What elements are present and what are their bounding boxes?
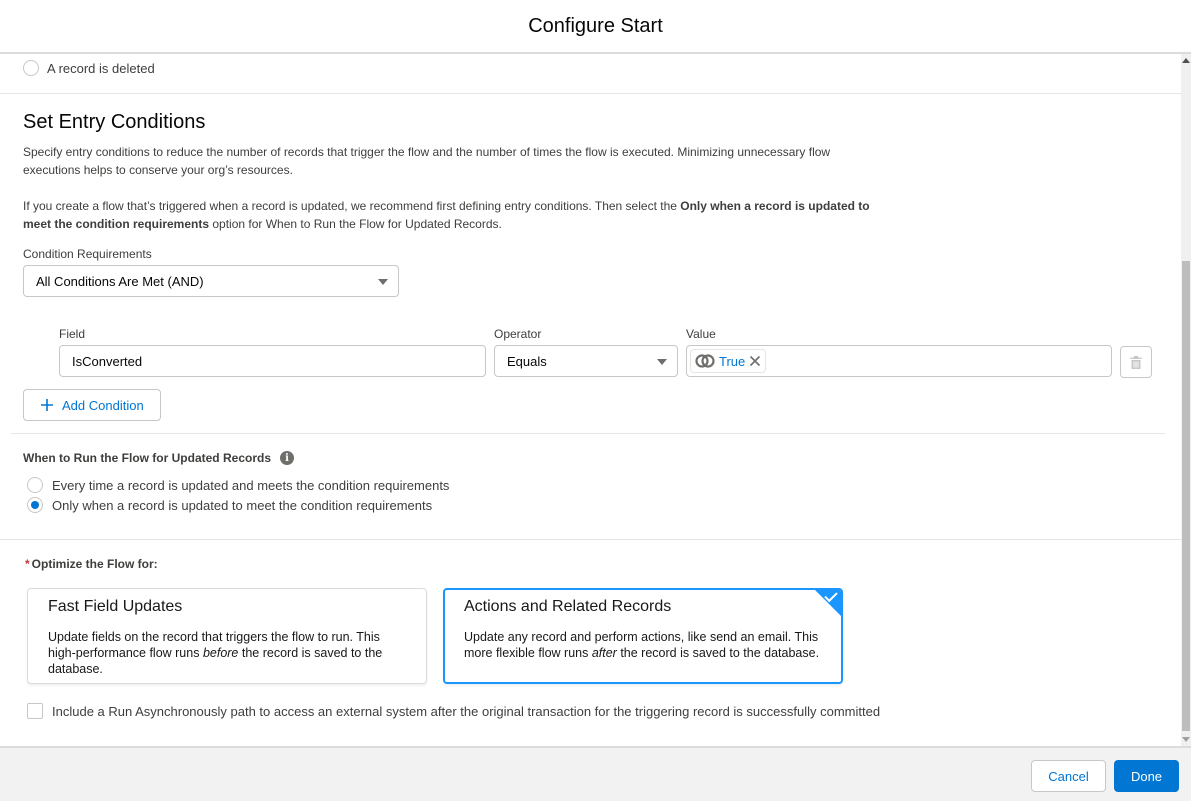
optimize-title: * Optimize the Flow for: (25, 557, 158, 571)
when-option-label: Only when a record is updated to meet th… (52, 497, 433, 513)
value-input[interactable]: True (686, 345, 1112, 377)
operator-label: Operator (494, 327, 542, 341)
add-icon (41, 399, 53, 411)
field-input[interactable]: IsConverted (59, 345, 486, 377)
add-condition-label: Add Condition (62, 397, 144, 413)
entry-conditions-recommendation: If you create a flow that’s triggered wh… (23, 197, 883, 233)
value-pill: True (690, 349, 767, 373)
async-path-checkbox[interactable] (27, 703, 43, 719)
vertical-scrollbar[interactable] (1181, 54, 1191, 746)
scroll-down-arrow-icon[interactable] (1182, 737, 1190, 742)
card-body-text-end: the record is saved to the database. (616, 646, 820, 660)
card-body: Update fields on the record that trigger… (48, 629, 406, 677)
card-title: Actions and Related Records (464, 598, 672, 615)
chevron-down-icon (378, 279, 388, 285)
value-label: Value (686, 327, 716, 341)
field-label: Field (59, 327, 86, 341)
operator-value: Equals (507, 353, 547, 369)
divider (11, 433, 1165, 434)
optimize-label: Optimize the Flow for: (31, 557, 158, 571)
entry-conditions-description: Specify entry conditions to reduce the n… (23, 145, 831, 177)
card-body-emphasis: before (202, 646, 239, 660)
card-body-emphasis: after (591, 646, 617, 660)
required-marker: * (25, 557, 30, 571)
boolean-toggle-icon (695, 354, 715, 368)
when-to-run-title: When to Run the Flow for Updated Records… (23, 451, 294, 465)
condition-requirements-select[interactable]: All Conditions Are Met (AND) (23, 265, 399, 297)
when-option-label: Every time a record is updated and meets… (52, 477, 450, 493)
remove-pill-icon[interactable] (749, 355, 761, 367)
delete-condition-button[interactable] (1120, 346, 1152, 378)
card-body: Update any record and perform actions, l… (464, 629, 822, 661)
option-card-fast-field-updates[interactable]: Fast Field Updates Update fields on the … (27, 588, 427, 684)
radio-deleted[interactable] (23, 60, 39, 76)
divider (0, 539, 1181, 540)
divider (0, 93, 1181, 94)
condition-requirements-label: Condition Requirements (23, 247, 152, 261)
cancel-button[interactable]: Cancel (1031, 760, 1106, 792)
scroll-up-arrow-icon[interactable] (1182, 58, 1190, 63)
modal-body: A record is deleted Set Entry Conditions… (0, 54, 1181, 746)
modal-header: Configure Start (0, 0, 1191, 54)
operator-select[interactable]: Equals (494, 345, 678, 377)
value-pill-label: True (719, 353, 746, 369)
when-option-only-when[interactable]: Only when a record is updated to meet th… (27, 497, 432, 513)
done-button[interactable]: Done (1114, 760, 1179, 792)
async-path-label: Include a Run Asynchronously path to acc… (52, 703, 881, 719)
card-title: Fast Field Updates (48, 598, 183, 615)
chevron-down-icon (657, 359, 667, 365)
when-to-run-label: When to Run the Flow for Updated Records (23, 451, 271, 465)
entry-conditions-title: Set Entry Conditions (23, 111, 206, 133)
recommendation-text-end: option for When to Run the Flow for Upda… (209, 217, 502, 231)
scrollbar-thumb[interactable] (1182, 261, 1190, 731)
trash-icon (1130, 355, 1142, 369)
async-path-option[interactable]: Include a Run Asynchronously path to acc… (27, 703, 880, 719)
modal-title: Configure Start (528, 14, 663, 37)
when-option-every-time[interactable]: Every time a record is updated and meets… (27, 477, 449, 493)
trigger-option-deleted[interactable]: A record is deleted (23, 60, 155, 76)
radio-only-when[interactable] (27, 497, 43, 513)
recommendation-text: If you create a flow that’s triggered wh… (23, 199, 681, 213)
info-icon[interactable]: i (280, 451, 294, 465)
trigger-option-deleted-label: A record is deleted (47, 60, 155, 76)
radio-every-time[interactable] (27, 477, 43, 493)
condition-requirements-value: All Conditions Are Met (AND) (36, 273, 204, 289)
add-condition-button[interactable]: Add Condition (23, 389, 161, 421)
option-card-actions-related-records[interactable]: Actions and Related Records Update any r… (443, 588, 843, 684)
modal-footer: Cancel Done (0, 746, 1191, 801)
field-value: IsConverted (72, 353, 143, 369)
